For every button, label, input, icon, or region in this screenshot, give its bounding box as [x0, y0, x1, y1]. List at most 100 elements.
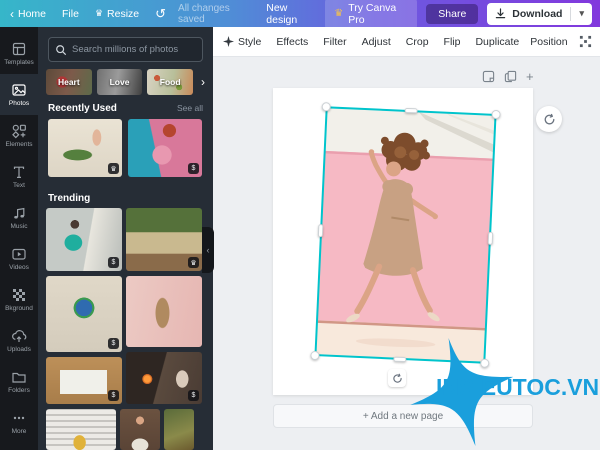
search-icon: [56, 44, 67, 55]
download-label: Download: [512, 7, 563, 20]
photo-thumb-flower-bouquet[interactable]: $: [128, 119, 202, 177]
crop-button[interactable]: Crop: [406, 36, 429, 48]
file-label: File: [62, 7, 79, 20]
sidebar-rail: Templates Photos Elements Text Music Vid…: [0, 27, 38, 450]
sidebar-item-background[interactable]: Bkground: [0, 279, 38, 320]
resize-handle-bottom[interactable]: [392, 356, 406, 363]
share-button[interactable]: Share: [426, 3, 479, 24]
resize-handle-top[interactable]: [404, 107, 418, 114]
sidebar-item-label: Templates: [4, 59, 34, 66]
sidebar-item-label: Text: [13, 182, 25, 189]
resize-handle-left[interactable]: [317, 224, 324, 238]
crown-icon: ♛: [94, 8, 104, 18]
page-rotate-button[interactable]: [536, 106, 562, 132]
photo-thumb-green-art[interactable]: [164, 409, 194, 450]
sidebar-item-videos[interactable]: Videos: [0, 238, 38, 279]
image-rotate-handle[interactable]: [388, 369, 406, 387]
photo-thumb-fern-hand[interactable]: ♛: [48, 119, 122, 177]
trending-header: Trending: [48, 193, 203, 204]
adjust-button[interactable]: Adjust: [362, 36, 391, 48]
canva-editor: ‹ Home File ♛ Resize ↺ All changes saved…: [0, 0, 600, 450]
position-button[interactable]: Position: [530, 36, 567, 48]
jumping-woman-illustration: [315, 107, 496, 363]
chip-heart[interactable]: Heart: [46, 69, 92, 95]
sidebar-item-label: More: [11, 428, 27, 435]
file-menu-button[interactable]: File: [62, 8, 79, 20]
sidebar-item-more[interactable]: More: [0, 402, 38, 443]
folders-icon: [12, 372, 26, 383]
style-button[interactable]: Style: [223, 36, 261, 48]
style-label: Style: [238, 35, 262, 48]
paid-badge: $: [108, 390, 119, 401]
search-input[interactable]: [72, 44, 196, 55]
sidebar-item-label: Uploads: [7, 346, 31, 353]
sidebar-item-music[interactable]: Music: [0, 197, 38, 238]
templates-icon: [12, 42, 26, 56]
paid-badge: $: [188, 390, 199, 401]
crown-icon: ♛: [334, 8, 344, 19]
photos-panel: Heart Love Food › Recently Used See all …: [38, 27, 213, 450]
see-all-link[interactable]: See all: [177, 103, 203, 113]
photos-icon: [12, 84, 26, 96]
sidebar-item-photos[interactable]: Photos: [0, 74, 38, 115]
photo-thumb-chef[interactable]: [120, 409, 160, 450]
duplicate-button[interactable]: Duplicate: [475, 36, 519, 48]
sidebar-item-templates[interactable]: Templates: [0, 33, 38, 74]
sparkle-icon: [223, 36, 234, 47]
sidebar-item-label: Elements: [5, 141, 33, 148]
flip-button[interactable]: Flip: [444, 36, 461, 48]
resize-button[interactable]: ♛ Resize: [95, 8, 139, 20]
new-design-button[interactable]: New design: [266, 2, 316, 26]
transparency-icon[interactable]: [579, 35, 592, 48]
background-icon: [13, 289, 25, 301]
chip-love[interactable]: Love: [96, 69, 143, 95]
try-pro-label: Try Canva Pro: [348, 1, 397, 26]
add-page-icon[interactable]: +: [526, 70, 534, 83]
photo-thumb-sink-wash[interactable]: $: [46, 357, 122, 404]
paid-badge: $: [188, 163, 199, 174]
download-button[interactable]: Download ▾: [487, 2, 592, 25]
download-dropdown-chevron-icon[interactable]: ▾: [577, 8, 584, 19]
photo-thumb-blinds-child[interactable]: [46, 409, 116, 450]
collapse-chevron-icon: ‹: [206, 245, 210, 255]
sidebar-item-label: Folders: [8, 387, 30, 394]
photo-thumb-fireplace[interactable]: $: [126, 352, 202, 404]
photo-thumb-dinner-party[interactable]: ♛: [126, 208, 202, 271]
photo-thumb-girl-pink[interactable]: [126, 276, 202, 347]
photo-thumb-guitar-man[interactable]: $: [46, 208, 122, 271]
sidebar-item-text[interactable]: Text: [0, 156, 38, 197]
try-canva-pro-button[interactable]: ♛ Try Canva Pro: [325, 0, 418, 30]
toolbar-right: Duplicate Position: [475, 35, 600, 48]
photo-thumb-globe-hands[interactable]: $: [46, 276, 122, 352]
rotate-icon: [392, 373, 402, 383]
filter-button[interactable]: Filter: [323, 36, 346, 48]
divider: [570, 6, 572, 21]
chip-food[interactable]: Food: [147, 69, 194, 95]
videos-icon: [12, 248, 26, 260]
home-button[interactable]: ‹ Home: [10, 8, 46, 20]
recently-used-title: Recently Used: [48, 103, 117, 114]
topbar-right: New design ♛ Try Canva Pro Share Downloa…: [266, 0, 592, 30]
rotate-icon: [544, 113, 554, 124]
search-box[interactable]: [48, 37, 203, 62]
sidebar-item-elements[interactable]: Elements: [0, 115, 38, 156]
selected-photo-jumping-woman[interactable]: [315, 107, 496, 363]
undo-icon[interactable]: ↺: [155, 6, 166, 22]
resize-handle-right[interactable]: [487, 231, 494, 245]
selected-image-group: [310, 102, 501, 368]
sidebar-item-label: Photos: [8, 100, 30, 107]
image-toolbar: Style Effects Filter Adjust Crop Flip Du…: [213, 27, 600, 57]
paid-badge: $: [108, 257, 119, 268]
pro-badge: ♛: [188, 257, 199, 268]
sidebar-item-folders[interactable]: Folders: [0, 361, 38, 402]
notes-icon[interactable]: [482, 70, 495, 83]
pro-badge: ♛: [108, 163, 119, 174]
page-actions: +: [482, 70, 534, 83]
add-new-page-button[interactable]: + Add a new page: [273, 404, 533, 428]
sidebar-item-uploads[interactable]: Uploads: [0, 320, 38, 361]
duplicate-page-icon[interactable]: [504, 70, 517, 83]
chips-next-chevron-icon[interactable]: ›: [198, 75, 208, 89]
effects-button[interactable]: Effects: [276, 36, 308, 48]
trending-title: Trending: [48, 193, 91, 204]
panel-collapse-tab[interactable]: ‹: [202, 227, 214, 273]
